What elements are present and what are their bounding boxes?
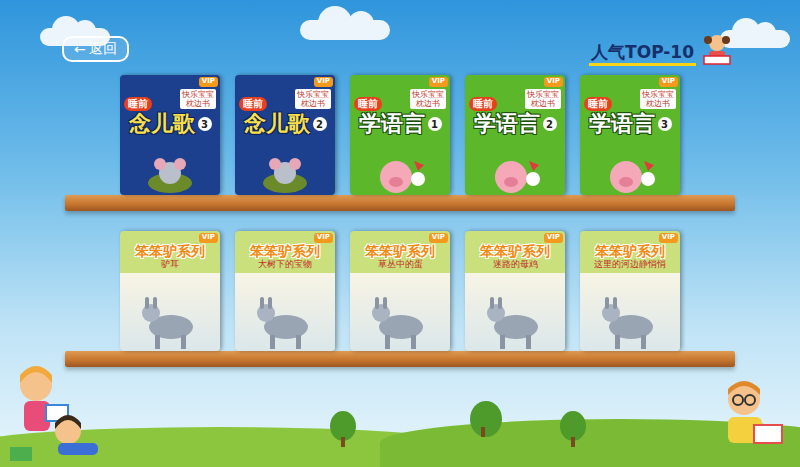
cover-title-row: 念儿歌 3 (120, 112, 220, 136)
cloud-decoration (720, 30, 790, 48)
shelf: VIP 笨笨驴系列 驴耳 VIP 笨笨驴系列 大树下的宝物 VIP 笨笨驴系列 … (0, 231, 800, 367)
cover-illustration (465, 136, 565, 195)
reading-girl-icon (700, 32, 734, 66)
volume-number: 1 (428, 117, 442, 131)
book-title: 学语言 (359, 112, 425, 136)
cover-illustration (580, 273, 680, 351)
cover-illustration (235, 273, 335, 351)
cover-illustration (235, 136, 335, 195)
vip-badge: VIP (429, 77, 448, 87)
donkey-icon (250, 295, 320, 351)
cover-badge: 睡前 (469, 97, 497, 111)
series-name: 笨笨驴系列 (365, 243, 435, 259)
shelf-plank (65, 351, 735, 367)
pig-icon (370, 155, 430, 195)
back-label: 返回 (89, 40, 117, 58)
cover-illustration (120, 136, 220, 195)
cover-tag: 快乐宝宝枕边书 (410, 89, 446, 109)
cover-illustration (120, 273, 220, 351)
volume-number: 3 (198, 117, 212, 131)
book-cover[interactable]: VIP 笨笨驴系列 这里的河边静悄悄 (580, 231, 680, 351)
cover-illustration (350, 136, 450, 195)
vip-badge: VIP (199, 77, 218, 87)
reading-boy-icon (704, 369, 794, 459)
bookshelf-screen: ← 返回 人气TOP-10 VIP 睡前 快乐宝宝枕边书 念儿歌 3 VIP 睡… (0, 0, 800, 467)
book-title: 大树下的宝物 (258, 259, 312, 270)
vip-badge: VIP (659, 233, 678, 243)
book-title: 这里的河边静悄悄 (594, 259, 666, 270)
book-cover[interactable]: VIP 笨笨驴系列 驴耳 (120, 231, 220, 351)
reading-kids-icon (6, 355, 116, 465)
book-title: 草丛中的蛋 (378, 259, 423, 270)
book-row: VIP 睡前 快乐宝宝枕边书 念儿歌 3 VIP 睡前 快乐宝宝枕边书 念儿歌 … (120, 75, 680, 195)
cover-illustration (580, 136, 680, 195)
donkey-icon (480, 295, 550, 351)
series-name: 笨笨驴系列 (480, 243, 550, 259)
book-cover[interactable]: VIP 笨笨驴系列 草丛中的蛋 (350, 231, 450, 351)
series-name: 笨笨驴系列 (595, 243, 665, 259)
vip-badge: VIP (429, 233, 448, 243)
tree-icon (560, 411, 586, 441)
book-row: VIP 笨笨驴系列 驴耳 VIP 笨笨驴系列 大树下的宝物 VIP 笨笨驴系列 … (120, 231, 680, 351)
cover-tag: 快乐宝宝枕边书 (640, 89, 676, 109)
mouse-icon (255, 155, 315, 195)
page-title: 人气TOP-10 (589, 32, 734, 66)
book-title: 念儿歌 (244, 112, 310, 136)
vip-badge: VIP (199, 233, 218, 243)
vip-badge: VIP (314, 233, 333, 243)
cover-badge: 睡前 (239, 97, 267, 111)
book-cover[interactable]: VIP 睡前 快乐宝宝枕边书 念儿歌 2 (235, 75, 335, 195)
book-title: 驴耳 (161, 259, 179, 270)
book-cover[interactable]: VIP 笨笨驴系列 迷路的母鸡 (465, 231, 565, 351)
grass-ground (0, 407, 800, 467)
volume-number: 2 (543, 117, 557, 131)
book-title: 学语言 (589, 112, 655, 136)
series-name: 笨笨驴系列 (250, 243, 320, 259)
shelf: VIP 睡前 快乐宝宝枕边书 念儿歌 3 VIP 睡前 快乐宝宝枕边书 念儿歌 … (0, 75, 800, 211)
series-name: 笨笨驴系列 (135, 243, 205, 259)
cloud-decoration (300, 20, 390, 40)
cover-badge: 睡前 (124, 97, 152, 111)
vip-badge: VIP (544, 77, 563, 87)
cover-title-row: 学语言 3 (580, 112, 680, 136)
cover-title-row: 学语言 1 (350, 112, 450, 136)
cover-title-row: 念儿歌 2 (235, 112, 335, 136)
tree-icon (470, 401, 502, 437)
cover-tag: 快乐宝宝枕边书 (525, 89, 561, 109)
vip-badge: VIP (314, 77, 333, 87)
book-cover[interactable]: VIP 笨笨驴系列 大树下的宝物 (235, 231, 335, 351)
book-cover[interactable]: VIP 睡前 快乐宝宝枕边书 念儿歌 3 (120, 75, 220, 195)
cover-tag: 快乐宝宝枕边书 (295, 89, 331, 109)
book-cover[interactable]: VIP 睡前 快乐宝宝枕边书 学语言 1 (350, 75, 450, 195)
back-button[interactable]: ← 返回 (62, 36, 129, 62)
book-title: 学语言 (474, 112, 540, 136)
donkey-icon (365, 295, 435, 351)
cover-illustration (465, 273, 565, 351)
mouse-icon (140, 155, 200, 195)
vip-badge: VIP (544, 233, 563, 243)
cover-badge: 睡前 (354, 97, 382, 111)
top-bar: ← 返回 人气TOP-10 (0, 0, 800, 75)
cover-title-row: 学语言 2 (465, 112, 565, 136)
page-title-text: 人气TOP-10 (589, 42, 696, 66)
cover-tag: 快乐宝宝枕边书 (180, 89, 216, 109)
cover-illustration (350, 273, 450, 351)
shelf-plank (65, 195, 735, 211)
book-cover[interactable]: VIP 睡前 快乐宝宝枕边书 学语言 2 (465, 75, 565, 195)
pig-icon (485, 155, 545, 195)
volume-number: 2 (313, 117, 327, 131)
vip-badge: VIP (659, 77, 678, 87)
book-title: 迷路的母鸡 (493, 259, 538, 270)
pig-icon (600, 155, 660, 195)
tree-icon (330, 411, 356, 441)
volume-number: 3 (658, 117, 672, 131)
donkey-icon (595, 295, 665, 351)
cover-badge: 睡前 (584, 97, 612, 111)
donkey-icon (135, 295, 205, 351)
book-title: 念儿歌 (129, 112, 195, 136)
back-arrow-icon: ← (74, 41, 86, 57)
book-cover[interactable]: VIP 睡前 快乐宝宝枕边书 学语言 3 (580, 75, 680, 195)
